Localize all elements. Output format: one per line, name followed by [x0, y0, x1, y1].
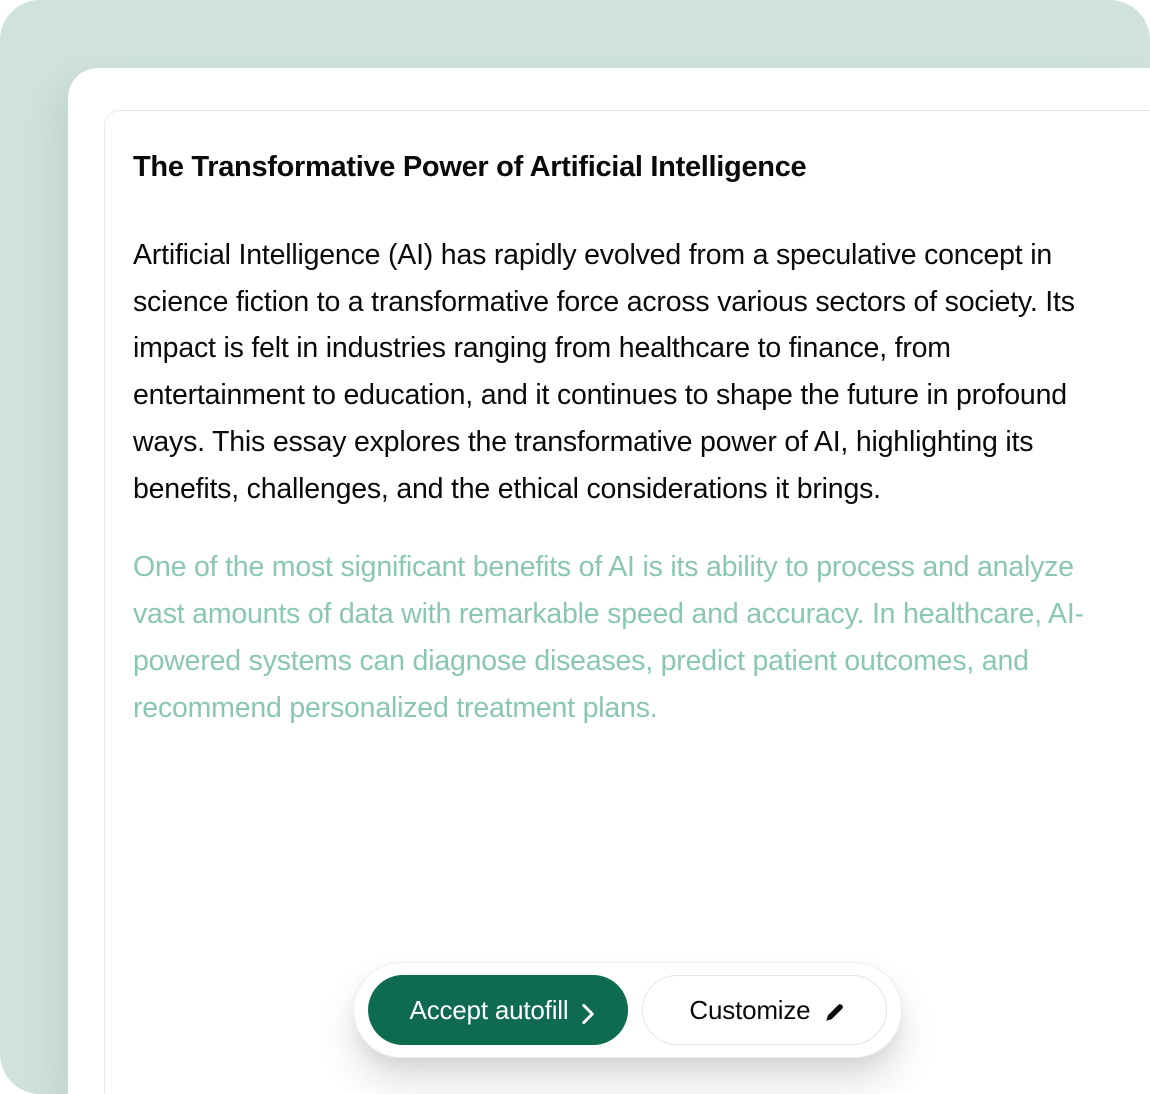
chevron-right-icon [582, 1000, 594, 1020]
edit-icon [824, 999, 846, 1021]
document-body-paragraph: Artificial Intelligence (AI) has rapidly… [133, 232, 1108, 512]
document-title: The Transformative Power of Artificial I… [133, 151, 1108, 184]
document-card: The Transformative Power of Artificial I… [68, 68, 1150, 1094]
accept-autofill-label: Accept autofill [410, 995, 569, 1026]
autofill-suggested-text: One of the most significant benefits of … [133, 544, 1108, 731]
document-content-area: The Transformative Power of Artificial I… [104, 110, 1150, 1094]
autofill-action-bar: Accept autofill Customize [353, 962, 903, 1058]
customize-button[interactable]: Customize [642, 975, 887, 1045]
customize-label: Customize [689, 995, 810, 1026]
accept-autofill-button[interactable]: Accept autofill [368, 975, 629, 1045]
app-background: The Transformative Power of Artificial I… [0, 0, 1150, 1094]
